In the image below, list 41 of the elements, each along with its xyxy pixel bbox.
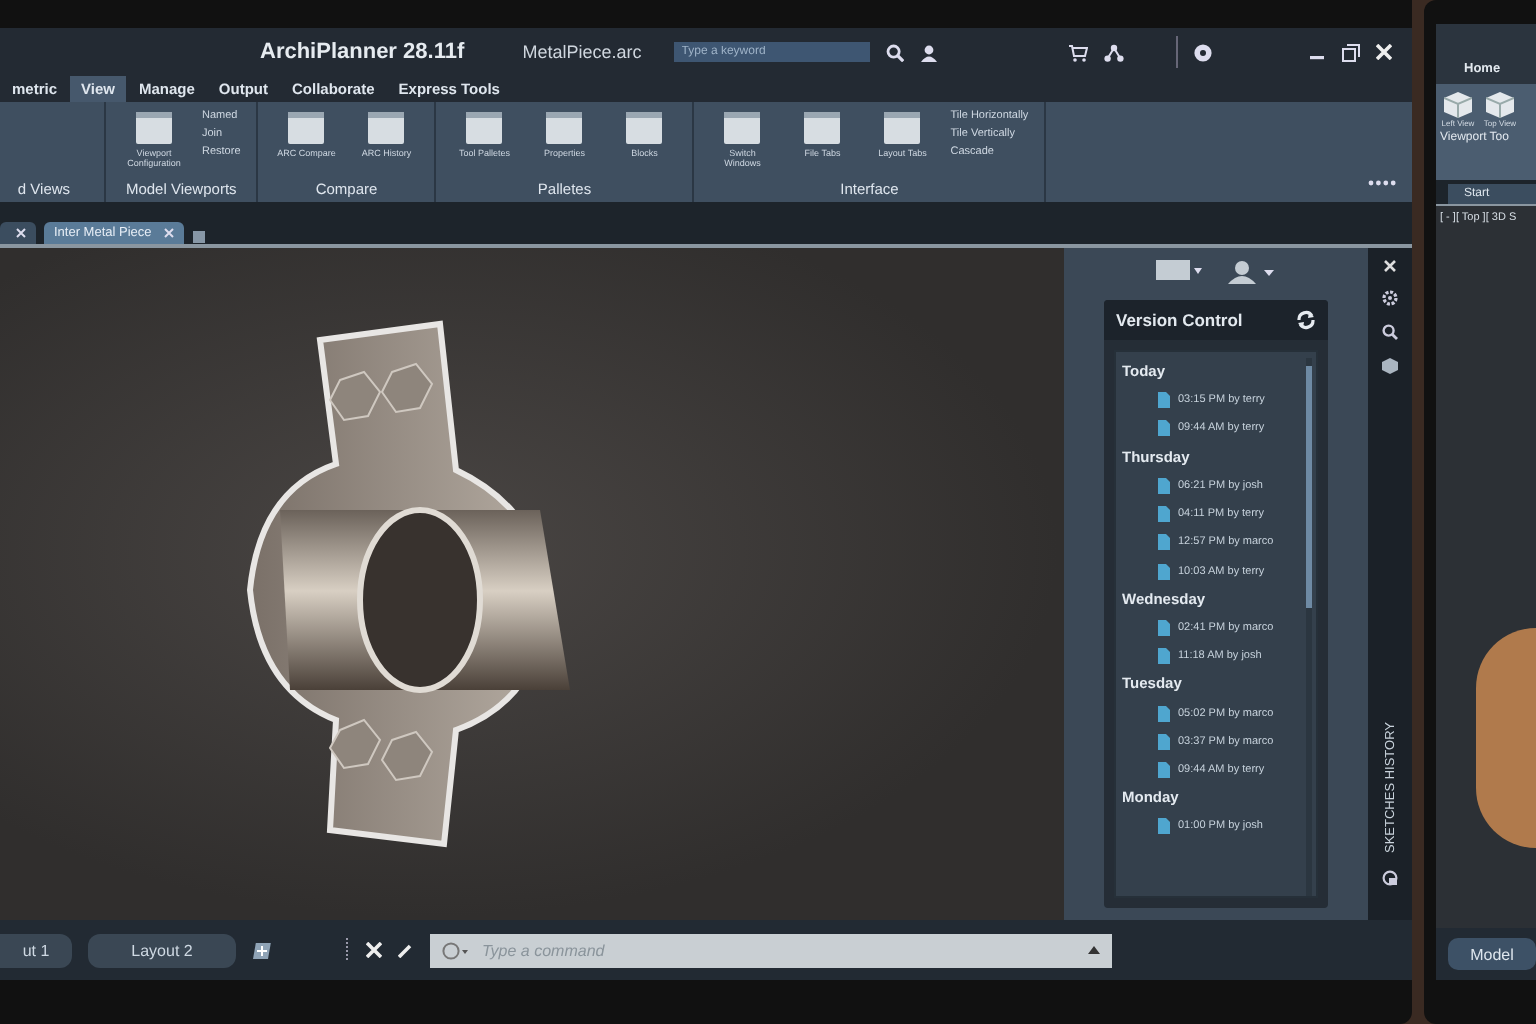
cube-icon[interactable] [1382, 358, 1398, 374]
search-icon[interactable] [886, 43, 905, 61]
more-icon[interactable] [1368, 180, 1396, 186]
screen-icon[interactable] [1156, 260, 1204, 280]
window-icon [134, 110, 174, 146]
file-tab[interactable] [0, 222, 36, 244]
window-icon [544, 110, 585, 146]
window-icon [286, 110, 327, 146]
grip-icon[interactable] [344, 938, 350, 962]
panel-title: Version Control [1116, 310, 1245, 330]
refresh-icon[interactable] [1296, 310, 1316, 330]
scrollbar-thumb[interactable] [1306, 366, 1312, 609]
window-icon [464, 110, 505, 146]
layout-tab[interactable]: Model [1448, 938, 1536, 970]
close-icon[interactable] [16, 228, 26, 238]
maximize-icon[interactable] [1342, 43, 1360, 61]
window-icon [802, 110, 843, 146]
user-icon[interactable] [920, 43, 939, 61]
window-icon [624, 110, 665, 146]
add-layout-icon[interactable] [252, 941, 272, 959]
network-icon[interactable] [1104, 43, 1125, 61]
command-icon[interactable] [442, 941, 470, 959]
window-title: ArchiPlanner 28.11f [260, 40, 467, 64]
close-icon[interactable] [1376, 44, 1392, 60]
window-icon [722, 110, 763, 146]
window-icon [366, 110, 407, 146]
user-icon[interactable] [1228, 260, 1276, 284]
layout-tab[interactable]: Layout 2 [88, 933, 236, 967]
cube-icon [1486, 92, 1514, 118]
layout-tab[interactable]: ut 1 [0, 933, 72, 967]
close-icon[interactable] [366, 942, 382, 958]
expand-icon[interactable] [1088, 946, 1100, 954]
cart-icon[interactable] [1068, 43, 1089, 61]
cube-icon [1444, 92, 1472, 118]
window-icon [882, 110, 923, 146]
document-icon [1158, 818, 1170, 835]
command-field[interactable]: Type a command [482, 941, 1076, 959]
search-icon[interactable] [1382, 324, 1398, 340]
file-name: MetalPiece.arc [522, 42, 642, 62]
settings-icon[interactable] [1382, 290, 1398, 306]
close-icon[interactable] [1384, 260, 1396, 272]
